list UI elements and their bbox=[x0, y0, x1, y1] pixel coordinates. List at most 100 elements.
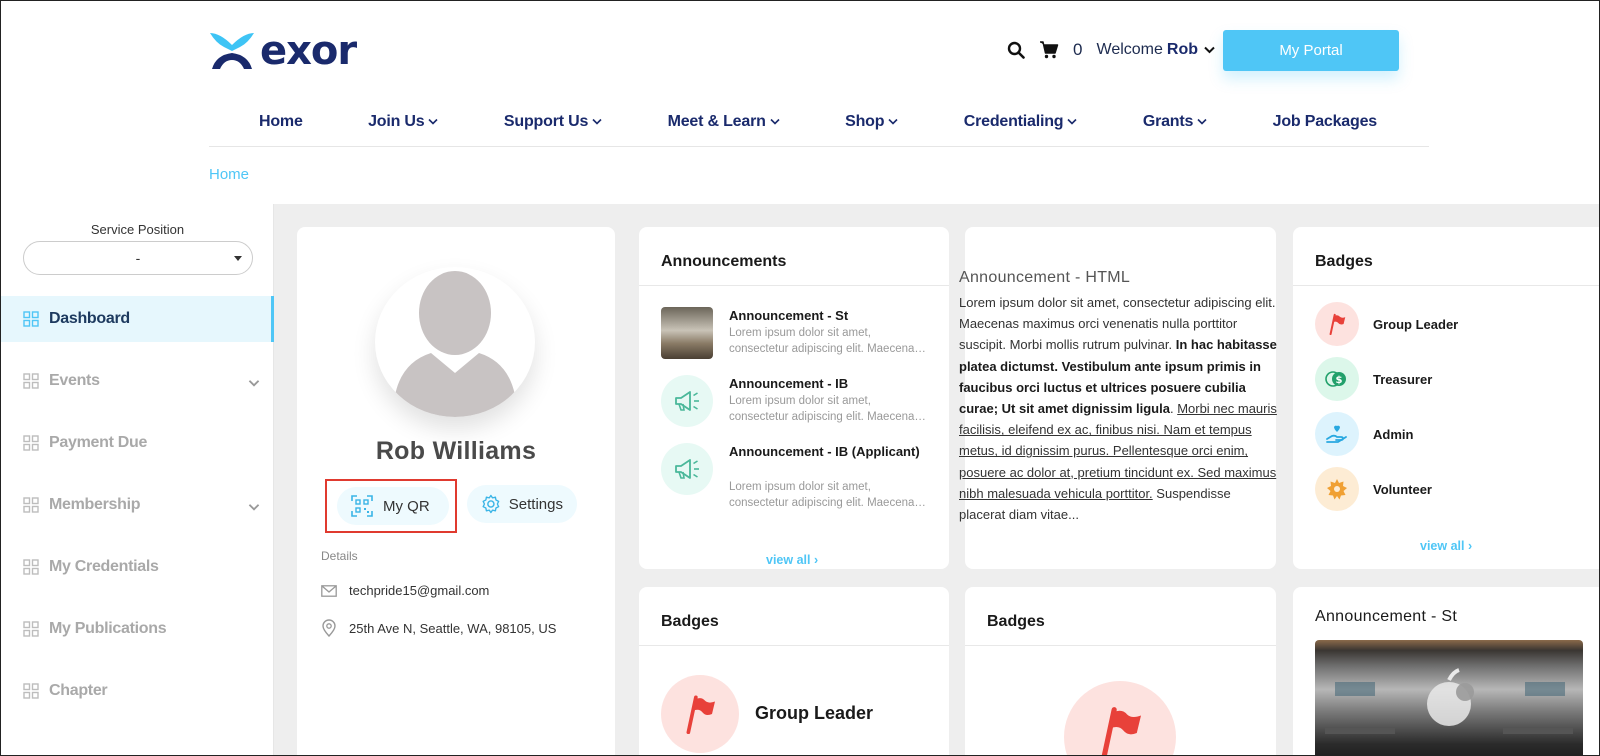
sidebar-item-label: Payment Due bbox=[49, 434, 148, 451]
chevron-down-icon bbox=[770, 118, 780, 125]
announcement-st-image[interactable] bbox=[1315, 640, 1583, 755]
announcement-item[interactable]: Announcement - IB Lorem ipsum dolor sit a… bbox=[661, 375, 931, 431]
logo-mark-icon bbox=[210, 33, 254, 69]
nav-item-label: Support Us bbox=[503, 112, 589, 130]
announcement-title: Announcement - St bbox=[729, 308, 849, 323]
chevron-down-icon bbox=[1197, 118, 1207, 125]
badge-item[interactable]: Admin bbox=[1315, 412, 1413, 456]
sidebar-item-payment-due[interactable]: Payment Due bbox=[1, 420, 274, 466]
sidebar-item-label: Membership bbox=[49, 496, 141, 513]
chevron-down-icon bbox=[248, 504, 260, 511]
qr-code-icon bbox=[351, 495, 373, 517]
badges-card-2: Badges Group Leader bbox=[639, 587, 949, 755]
svg-text:$: $ bbox=[1336, 375, 1343, 386]
announcement-title: Announcement - IB bbox=[729, 376, 849, 391]
breadcrumb[interactable]: Home bbox=[209, 166, 249, 183]
announcement-desc: consectetur adipiscing elit. Maecenas ma… bbox=[729, 343, 929, 355]
sidebar-item-events[interactable]: Events bbox=[1, 358, 274, 404]
avatar[interactable] bbox=[375, 267, 535, 417]
chevron-down-icon bbox=[1067, 118, 1077, 125]
divider bbox=[965, 645, 1276, 646]
badges-view-all-link[interactable]: view all › bbox=[1420, 539, 1472, 553]
user-menu[interactable]: Rob bbox=[1167, 41, 1198, 59]
flag-icon bbox=[686, 695, 715, 734]
address-row: 25th Ave N, Seattle, WA, 98105, US bbox=[321, 619, 556, 637]
cart-icon[interactable] bbox=[1039, 41, 1059, 59]
hand-heart-icon bbox=[1326, 425, 1347, 443]
logo-text: exor bbox=[260, 28, 357, 74]
nav-item-shop[interactable]: Shop bbox=[845, 113, 898, 131]
announcement-desc: consectetur adipiscing elit. Maecenas ma… bbox=[729, 411, 929, 423]
exor-logo[interactable]: exor bbox=[208, 28, 357, 74]
cart-count: 0 bbox=[1073, 40, 1083, 59]
email-value: techpride15@gmail.com bbox=[349, 583, 490, 598]
service-position-value: - bbox=[135, 250, 141, 266]
details-label: Details bbox=[321, 549, 358, 563]
badge-circle bbox=[1064, 681, 1176, 755]
search-icon[interactable] bbox=[1007, 41, 1025, 59]
sidebar-item-dashboard[interactable]: Dashboard bbox=[1, 296, 274, 342]
badge-item[interactable]: $ Treasurer bbox=[1315, 357, 1432, 401]
nav-item-support-us[interactable]: Support Us bbox=[504, 113, 602, 131]
announcement-item[interactable]: Announcement - IB (Applicant) Lorem ipsum… bbox=[661, 443, 931, 509]
sidebar-item-label: Dashboard bbox=[49, 310, 130, 327]
badges-title: Badges bbox=[1315, 253, 1373, 270]
announcement-st-card: Announcement - St bbox=[1293, 587, 1599, 755]
sidebar-item-membership[interactable]: Membership bbox=[1, 482, 274, 528]
announcement-desc: consectetur adipiscing elit. Maecenas ma… bbox=[729, 497, 929, 509]
chevron-down-icon bbox=[428, 118, 439, 125]
announcement-item[interactable]: Announcement - St Lorem ipsum dolor sit a… bbox=[661, 307, 931, 363]
divider bbox=[639, 285, 949, 286]
badge-circle bbox=[661, 675, 739, 753]
service-position-select[interactable]: - bbox=[23, 241, 253, 275]
nav-item-meet-learn[interactable]: Meet & Learn bbox=[668, 113, 780, 131]
location-pin-icon bbox=[322, 619, 336, 637]
badges-title: Badges bbox=[987, 613, 1045, 630]
badge-circle: $ bbox=[1315, 357, 1359, 401]
nav-item-label: Shop bbox=[845, 112, 885, 130]
flag-icon bbox=[1329, 313, 1346, 335]
grid-icon bbox=[23, 559, 39, 575]
sidebar-item-label: Events bbox=[49, 372, 100, 389]
nav-item-job-packages[interactable]: Job Packages bbox=[1272, 112, 1378, 131]
sidebar-item-my-publications[interactable]: My Publications bbox=[1, 606, 274, 652]
user-silhouette-icon bbox=[393, 271, 517, 417]
email-row: techpride15@gmail.com bbox=[321, 583, 489, 598]
settings-button[interactable]: Settings bbox=[467, 485, 577, 523]
announcement-thumbnail bbox=[661, 307, 713, 359]
nav-item-label: Job Packages bbox=[1272, 112, 1378, 130]
nav-item-credentialing[interactable]: Credentialing bbox=[964, 113, 1078, 131]
badges-card: Badges Group Leader $ Treasurer Admin Volunt… bbox=[1293, 227, 1599, 569]
nav-item-label: Join Us bbox=[368, 112, 425, 130]
chevron-down-icon bbox=[248, 380, 260, 387]
my-qr-button[interactable]: My QR bbox=[337, 487, 449, 525]
sidebar-item-my-credentials[interactable]: My Credentials bbox=[1, 544, 274, 590]
chevron-down-icon[interactable] bbox=[1204, 46, 1215, 54]
my-portal-button[interactable]: My Portal bbox=[1223, 29, 1399, 71]
address-value: 25th Ave N, Seattle, WA, 98105, US bbox=[349, 620, 557, 636]
my-qr-label: My QR bbox=[383, 497, 430, 515]
badge-label: Group Leader bbox=[755, 703, 874, 723]
badge-label: Volunteer bbox=[1373, 481, 1432, 497]
badge-item[interactable]: Group Leader bbox=[1315, 302, 1458, 346]
badge-label: Group Leader bbox=[1373, 316, 1459, 332]
badge-label: Admin bbox=[1373, 426, 1414, 442]
service-position-label: Service Position bbox=[90, 222, 185, 237]
header-actions: 0 Welcome Rob My Portal bbox=[1007, 29, 1399, 71]
gear-icon bbox=[482, 494, 500, 514]
grid-icon bbox=[23, 435, 39, 451]
sidebar-item-label: My Credentials bbox=[49, 558, 159, 575]
mail-icon bbox=[321, 584, 337, 597]
nav-item-grants[interactable]: Grants bbox=[1143, 113, 1207, 131]
badge-item[interactable]: Volunteer bbox=[1315, 467, 1432, 511]
announcements-view-all-link[interactable]: view all › bbox=[766, 553, 818, 567]
nav-item-join-us[interactable]: Join Us bbox=[368, 112, 439, 131]
chevron-down-icon bbox=[888, 118, 898, 125]
announcement-desc: Lorem ipsum dolor sit amet, bbox=[729, 395, 871, 407]
nav-item-home[interactable]: Home bbox=[259, 113, 303, 131]
megaphone-icon bbox=[675, 391, 699, 411]
nav-item-label: Meet & Learn bbox=[667, 112, 766, 130]
sidebar-item-chapter[interactable]: Chapter bbox=[1, 668, 274, 714]
sidebar-item-label: Chapter bbox=[49, 682, 108, 699]
badge-circle bbox=[1315, 412, 1359, 456]
